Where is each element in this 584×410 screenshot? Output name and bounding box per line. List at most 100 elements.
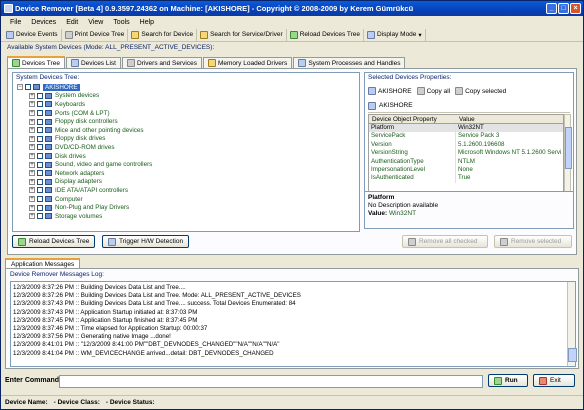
tree-checkbox[interactable] bbox=[25, 84, 31, 91]
column-header-value[interactable]: Value bbox=[456, 115, 475, 123]
tree-item[interactable]: + Computer bbox=[17, 195, 357, 204]
tree-item[interactable]: + Disk drives bbox=[17, 152, 357, 161]
tree-checkbox[interactable] bbox=[37, 161, 43, 168]
tree-checkbox[interactable] bbox=[37, 213, 43, 220]
menu-view[interactable]: View bbox=[83, 19, 108, 26]
tree-item[interactable]: + Ports (COM & LPT) bbox=[17, 109, 357, 118]
device-events-button[interactable]: Device Events bbox=[3, 28, 62, 41]
copy-selected-label: Copy selected bbox=[465, 87, 507, 95]
expand-icon[interactable]: + bbox=[29, 127, 35, 134]
messages-log[interactable]: 12/3/2009 8:37:26 PM :: Building Devices… bbox=[10, 281, 577, 367]
tree-item[interactable]: + DVD/CD-ROM drives bbox=[17, 143, 357, 152]
remove-all-checked-button[interactable]: Remove all checked bbox=[402, 235, 488, 248]
search-service-label: Search for Service/Driver bbox=[210, 31, 283, 38]
expand-icon[interactable]: + bbox=[29, 135, 35, 142]
value-label: Value: bbox=[368, 210, 388, 217]
print-device-tree-button[interactable]: Print Device Tree bbox=[62, 28, 129, 41]
collapse-icon[interactable]: − bbox=[17, 84, 23, 91]
props-device-button[interactable]: AKISHORE bbox=[368, 87, 412, 95]
copy-all-button[interactable]: Copy all bbox=[416, 87, 450, 95]
table-row[interactable]: AuthenticationType NTLM bbox=[369, 157, 563, 166]
maximize-button[interactable]: □ bbox=[558, 3, 569, 14]
table-row[interactable]: Platform Win32NT bbox=[369, 124, 563, 133]
expand-icon[interactable]: + bbox=[29, 187, 35, 194]
remove-selected-button[interactable]: Remove selected bbox=[494, 235, 572, 248]
tree-checkbox[interactable] bbox=[37, 196, 43, 203]
tree-item[interactable]: + Keyboards bbox=[17, 100, 357, 109]
tree-item[interactable]: + System devices bbox=[17, 92, 357, 101]
device-tree[interactable]: − AKISHORE + System devices + Keyboards + Port… bbox=[17, 83, 357, 233]
menu-edit[interactable]: Edit bbox=[61, 19, 83, 26]
log-scrollbar[interactable] bbox=[567, 282, 577, 366]
tab-devices-list[interactable]: Devices List bbox=[65, 57, 121, 68]
tree-root[interactable]: − AKISHORE bbox=[17, 83, 357, 92]
computer-icon bbox=[33, 84, 40, 91]
tree-item[interactable]: + Floppy disk drives bbox=[17, 135, 357, 144]
reload-devices-tree-button[interactable]: Reload Devices Tree bbox=[287, 28, 365, 41]
tree-checkbox[interactable] bbox=[37, 127, 43, 134]
tree-checkbox[interactable] bbox=[37, 118, 43, 125]
column-header-property[interactable]: Device Object Property bbox=[369, 115, 456, 123]
tree-checkbox[interactable] bbox=[37, 178, 43, 185]
reload-devices-tree-bottom-button[interactable]: Reload Devices Tree bbox=[12, 235, 96, 248]
expand-icon[interactable]: + bbox=[29, 161, 35, 168]
expand-icon[interactable]: + bbox=[29, 196, 35, 203]
search-service-button[interactable]: Search for Service/Driver bbox=[197, 28, 287, 41]
menu-help[interactable]: Help bbox=[135, 19, 159, 26]
tree-checkbox[interactable] bbox=[37, 101, 43, 108]
tab-drivers-services[interactable]: Drivers and Services bbox=[121, 57, 202, 68]
search-device-button[interactable]: Search for Device bbox=[128, 28, 198, 41]
tree-item[interactable]: + Display adapters bbox=[17, 178, 357, 187]
tab-processes-handles[interactable]: System Processes and Handles bbox=[293, 57, 406, 68]
tree-checkbox[interactable] bbox=[37, 153, 43, 160]
command-input[interactable] bbox=[59, 375, 483, 388]
table-row[interactable]: IsAuthenticated True bbox=[369, 174, 563, 183]
tree-item[interactable]: + Mice and other pointing devices bbox=[17, 126, 357, 135]
expand-icon[interactable]: + bbox=[29, 101, 35, 108]
tab-memory-drivers[interactable]: Memory Loaded Drivers bbox=[202, 57, 293, 68]
close-button[interactable]: × bbox=[570, 3, 581, 14]
expand-icon[interactable]: + bbox=[29, 92, 35, 99]
table-row[interactable]: ImpersonationLevel None bbox=[369, 165, 563, 175]
expand-icon[interactable]: + bbox=[29, 204, 35, 211]
tree-checkbox[interactable] bbox=[37, 187, 43, 194]
value-text: Win32NT bbox=[388, 210, 417, 217]
expand-icon[interactable]: + bbox=[29, 170, 35, 177]
expand-icon[interactable]: + bbox=[29, 110, 35, 117]
display-mode-button[interactable]: Display Mode ▾ bbox=[364, 28, 426, 41]
expand-icon[interactable]: + bbox=[29, 144, 35, 151]
trigger-hw-detection-button[interactable]: Trigger H/W Detection bbox=[102, 235, 190, 248]
tree-item[interactable]: + Storage volumes bbox=[17, 212, 357, 221]
tree-checkbox[interactable] bbox=[37, 110, 43, 117]
tree-checkbox[interactable] bbox=[37, 92, 43, 99]
tree-item[interactable]: + Network adapters bbox=[17, 169, 357, 178]
run-button[interactable]: Run bbox=[488, 374, 528, 387]
device-category-icon bbox=[45, 196, 52, 203]
search-icon bbox=[131, 30, 140, 39]
table-row[interactable]: ServicePack Service Pack 3 bbox=[369, 132, 563, 141]
copy-selected-button[interactable]: Copy selected bbox=[455, 87, 506, 95]
tree-item[interactable]: + Non-Plug and Play Drivers bbox=[17, 203, 357, 212]
tree-checkbox[interactable] bbox=[37, 204, 43, 211]
exit-button[interactable]: Exit bbox=[533, 374, 575, 387]
table-row[interactable]: VersionString Microsoft Windows NT 5.1.26… bbox=[369, 149, 563, 158]
menu-tools[interactable]: Tools bbox=[108, 19, 134, 26]
table-row[interactable]: Version 5.1.2600.196608 bbox=[369, 140, 563, 150]
expand-icon[interactable]: + bbox=[29, 178, 35, 185]
expand-icon[interactable]: + bbox=[29, 118, 35, 125]
tree-checkbox[interactable] bbox=[37, 144, 43, 151]
expand-icon[interactable]: + bbox=[29, 153, 35, 160]
menu-devices[interactable]: Devices bbox=[26, 19, 61, 26]
computer-icon bbox=[368, 101, 376, 110]
display-mode-icon bbox=[367, 30, 376, 39]
tree-item[interactable]: + Floppy disk controllers bbox=[17, 117, 357, 126]
tab-devices-tree[interactable]: Devices Tree bbox=[7, 56, 65, 68]
expand-icon[interactable]: + bbox=[29, 213, 35, 220]
tree-item[interactable]: + IDE ATA/ATAPI controllers bbox=[17, 186, 357, 195]
tree-checkbox[interactable] bbox=[37, 170, 43, 177]
minimize-button[interactable]: _ bbox=[546, 3, 557, 14]
tab-application-messages[interactable]: Application Messages bbox=[5, 258, 81, 268]
menu-file[interactable]: File bbox=[5, 19, 26, 26]
tree-item[interactable]: + Sound, video and game controllers bbox=[17, 160, 357, 169]
tree-checkbox[interactable] bbox=[37, 135, 43, 142]
